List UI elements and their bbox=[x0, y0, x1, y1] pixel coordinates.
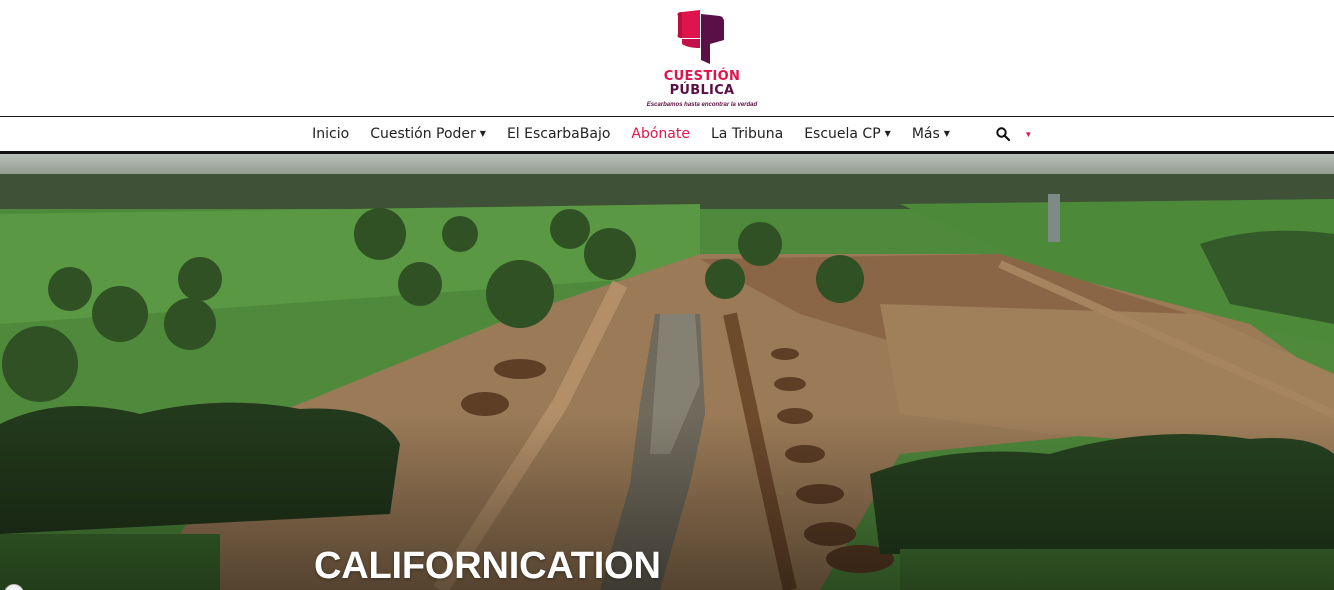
logo-wordmark: CUESTIÓN PÚBLICA bbox=[640, 70, 764, 98]
nav-item-abonate[interactable]: Abónate bbox=[621, 126, 701, 142]
nav-item-label: Escuela CP bbox=[804, 126, 881, 142]
nav-item-mas[interactable]: Más ▼ bbox=[901, 126, 960, 142]
nav-item-label: Inicio bbox=[312, 126, 350, 142]
logo-name-line1: CUESTIÓN bbox=[663, 69, 741, 84]
nav-item-label: La Tribuna bbox=[711, 126, 784, 142]
nav-list: Inicio Cuestión Poder ▼ El EscarbaBajo A… bbox=[0, 117, 1334, 151]
search-dropdown-caret-icon: ▼ bbox=[1024, 129, 1033, 139]
logo-tagline: Escarbamos hasta encontrar la verdad bbox=[646, 102, 758, 108]
nav-item-label: Abónate bbox=[631, 126, 690, 142]
site-header: CUESTIÓN PÚBLICA Escarbamos hasta encont… bbox=[0, 0, 1334, 116]
nav-item-label: Cuestión Poder bbox=[370, 126, 476, 142]
chevron-down-icon: ▼ bbox=[943, 128, 950, 138]
nav-item-label: El EscarbaBajo bbox=[506, 126, 611, 142]
chevron-down-icon: ▼ bbox=[884, 128, 891, 138]
nav-item-inicio[interactable]: Inicio bbox=[302, 126, 360, 142]
nav-item-label: Más bbox=[911, 126, 940, 142]
hero-title[interactable]: CALIFORNICATION bbox=[314, 545, 661, 588]
aerial-landscape-photo bbox=[0, 154, 1334, 590]
search-icon bbox=[996, 127, 1011, 141]
search-toggle[interactable]: ▼ bbox=[996, 127, 1032, 141]
cuestion-publica-logo-icon bbox=[677, 10, 724, 64]
chevron-down-icon: ▼ bbox=[479, 128, 486, 138]
nav-item-la-tribuna[interactable]: La Tribuna bbox=[701, 126, 794, 142]
site-logo[interactable]: CUESTIÓN PÚBLICA Escarbamos hasta encont… bbox=[640, 6, 764, 112]
nav-item-cuestion-poder[interactable]: Cuestión Poder ▼ bbox=[360, 126, 497, 142]
nav-item-el-escarbabajo[interactable]: El EscarbaBajo bbox=[496, 126, 620, 142]
main-navigation: Inicio Cuestión Poder ▼ El EscarbaBajo A… bbox=[0, 116, 1334, 154]
nav-item-escuela-cp[interactable]: Escuela CP ▼ bbox=[794, 126, 902, 142]
hero-banner[interactable]: CALIFORNICATION bbox=[0, 154, 1334, 590]
logo-name-line2: PÚBLICA bbox=[669, 83, 735, 98]
